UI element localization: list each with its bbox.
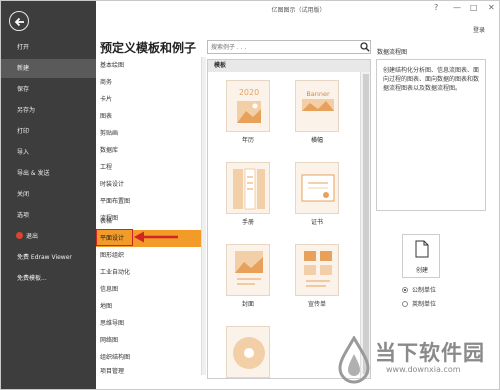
template-card-flyer[interactable]: 宣传单 xyxy=(292,244,342,308)
back-arrow-icon xyxy=(14,17,24,27)
flyer-thumb-icon xyxy=(295,244,339,296)
category-item[interactable]: 卡片 xyxy=(96,91,202,108)
red-arrow-icon xyxy=(134,231,178,243)
menu-item-options[interactable]: 选项 xyxy=(1,206,96,225)
search-icon[interactable] xyxy=(360,42,370,52)
category-item[interactable]: 时装设计 xyxy=(96,176,202,193)
menu-item-new[interactable]: 新建 xyxy=(1,59,96,78)
backstage-sidebar: 打开 新建 保存 另存为 打印 导入 导出 & 发送 关闭 选项 退出 免费 E… xyxy=(1,1,96,389)
category-item[interactable]: 信息图 xyxy=(96,281,202,298)
certificate-thumb-icon xyxy=(295,162,339,214)
menu-item-export-send[interactable]: 导出 & 发送 xyxy=(1,164,96,183)
calendar-thumb-icon: 2020 xyxy=(226,80,270,132)
category-item[interactable]: 地图 xyxy=(96,298,202,315)
category-item[interactable]: 基本绘图 xyxy=(96,57,202,74)
category-item[interactable]: 剪贴画 xyxy=(96,125,202,142)
help-icon[interactable]: ? xyxy=(434,3,438,12)
category-item[interactable]: 工程 xyxy=(96,159,202,176)
template-label: 年历 xyxy=(241,137,254,144)
category-item[interactable]: 项目管理 xyxy=(96,366,202,377)
menu-item-open[interactable]: 打开 xyxy=(1,38,96,57)
category-item[interactable]: 商务 xyxy=(96,74,202,91)
search-box xyxy=(207,40,371,54)
category-item[interactable]: 平面布置图 xyxy=(96,193,202,210)
menu-item-close[interactable]: 关闭 xyxy=(1,185,96,204)
template-card-brochure[interactable]: 手册 xyxy=(223,162,273,226)
template-label: 证书 xyxy=(310,219,323,226)
template-label: 手册 xyxy=(241,219,254,226)
category-item[interactable]: 数据库 xyxy=(96,142,202,159)
template-label: 宣传单 xyxy=(307,301,326,308)
menu-item-exit[interactable]: 退出 xyxy=(1,227,96,246)
category-item[interactable]: 网络图 xyxy=(96,332,202,349)
menu-item-import[interactable]: 导入 xyxy=(1,143,96,162)
selection-highlight-box xyxy=(96,229,133,246)
minimize-button[interactable]: — xyxy=(453,3,461,12)
create-button[interactable]: 创建 xyxy=(402,234,440,278)
description-title: 数据流程图 xyxy=(377,49,408,56)
title-bar: 亿图图示（试用版） ? — □ ✕ xyxy=(96,1,499,17)
category-item[interactable]: 图表 xyxy=(96,108,202,125)
create-label: 创建 xyxy=(415,267,428,274)
watermark-en: www.downxia.com xyxy=(386,365,461,374)
login-link[interactable]: 登录 xyxy=(473,25,485,34)
description-panel: 创建结构化分析图、信息流图表、面向过程的图表、面向数据的图表和数据流程图表以及数… xyxy=(376,59,486,211)
downxia-logo-icon xyxy=(338,336,370,384)
cover-thumb-icon xyxy=(226,244,270,296)
svg-text:Banner: Banner xyxy=(306,90,330,98)
menu-item-edraw-viewer[interactable]: 免费 Edraw Viewer xyxy=(1,248,96,267)
window-title: 亿图图示（试用版） xyxy=(271,7,326,14)
app-window: 打开 新建 保存 另存为 打印 导入 导出 & 发送 关闭 选项 退出 免费 E… xyxy=(0,0,500,390)
template-card-calendar[interactable]: 2020 年历 xyxy=(223,80,273,144)
template-label: 封面 xyxy=(241,301,254,308)
template-scrollbar[interactable] xyxy=(360,72,370,378)
maximize-button[interactable]: □ xyxy=(470,3,478,12)
exit-icon xyxy=(16,232,23,239)
cd-thumb-icon xyxy=(226,326,270,378)
menu-item-save-as[interactable]: 另存为 xyxy=(1,101,96,120)
template-section-header: 模板 xyxy=(208,60,370,72)
template-gallery: 模板 2020 年历 Banner 横幅 手册 证书 封面 宣传单 xyxy=(207,59,371,379)
unit-option-metric[interactable]: 公制单位 xyxy=(402,285,436,294)
category-list: 基本绘图 商务 卡片 图表 剪贴画 数据库 工程 时装设计 平面布置图 流程图 … xyxy=(96,57,202,377)
template-card-certificate[interactable]: 证书 xyxy=(292,162,342,226)
radio-unselected-icon[interactable] xyxy=(402,301,408,307)
page-title: 预定义模板和例子 xyxy=(100,41,197,55)
back-button[interactable] xyxy=(9,11,29,31)
template-label: 横幅 xyxy=(310,137,323,144)
watermark-cn: 当下软件园 xyxy=(375,341,485,365)
category-item[interactable]: 思维导图 xyxy=(96,315,202,332)
menu-item-free-templates[interactable]: 免费模板... xyxy=(1,269,96,288)
category-scrollbar[interactable] xyxy=(201,57,206,375)
category-item[interactable]: 图形组织 xyxy=(96,247,202,264)
svg-text:2020: 2020 xyxy=(239,88,259,97)
close-button[interactable]: ✕ xyxy=(488,3,495,12)
brochure-thumb-icon xyxy=(226,162,270,214)
menu-item-print[interactable]: 打印 xyxy=(1,122,96,141)
menu-item-save[interactable]: 保存 xyxy=(1,80,96,99)
description-text: 创建结构化分析图、信息流图表、面向过程的图表、面向数据的图表和数据流程图表以及数… xyxy=(383,67,480,92)
watermark: 当下软件园 www.downxia.com xyxy=(326,334,499,389)
category-item[interactable]: 组织结构图 xyxy=(96,349,202,366)
new-document-icon xyxy=(415,240,429,258)
radio-selected-icon[interactable] xyxy=(402,287,408,293)
scrollbar-thumb[interactable] xyxy=(363,74,369,374)
template-card-cd[interactable] xyxy=(223,326,273,378)
template-card-banner[interactable]: Banner 横幅 xyxy=(292,80,342,144)
unit-option-imperial[interactable]: 英制单位 xyxy=(402,299,436,308)
banner-thumb-icon: Banner xyxy=(295,80,339,132)
category-item[interactable]: 表格 xyxy=(96,213,202,230)
template-card-cover[interactable]: 封面 xyxy=(223,244,273,308)
category-item[interactable]: 工业自动化 xyxy=(96,264,202,281)
search-input[interactable] xyxy=(208,41,353,53)
